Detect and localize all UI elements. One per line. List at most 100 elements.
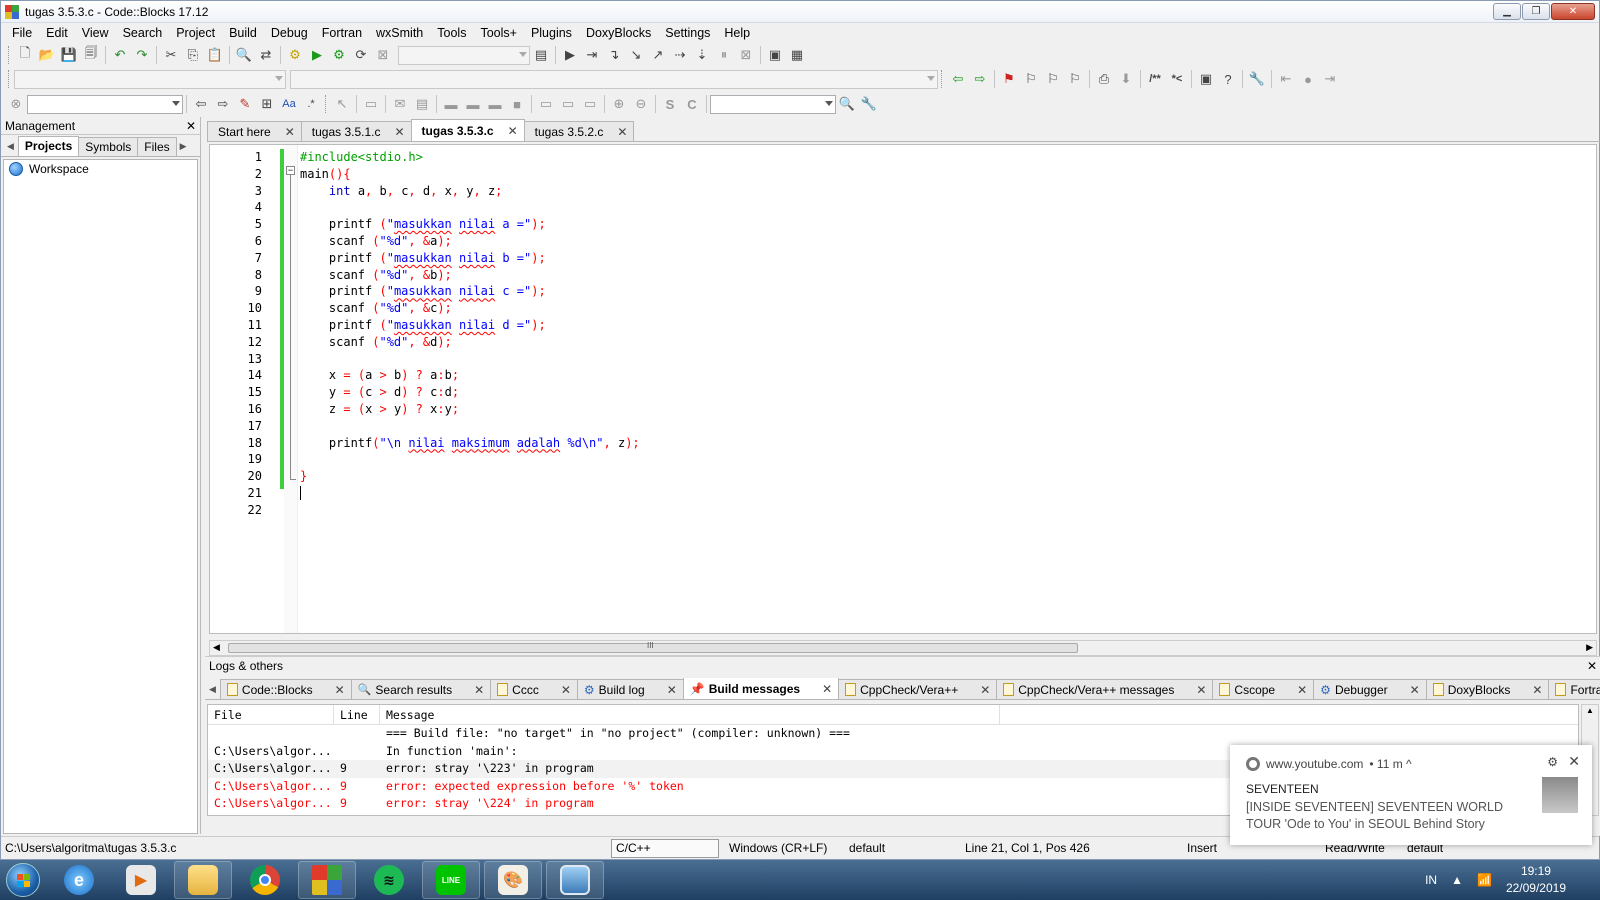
save-icon[interactable]: 💾 [58, 45, 80, 65]
log-tab-cppcheck[interactable]: CppCheck/Vera++ ✕ [838, 679, 998, 699]
doxy-html-icon[interactable]: ▣ [1195, 69, 1217, 89]
notification-settings-icon[interactable]: ⚙ [1547, 755, 1558, 769]
tab-close-icon[interactable]: ✕ [474, 683, 484, 697]
selected-text-icon[interactable]: ⊞ [256, 94, 278, 114]
next-line-icon[interactable]: ↴ [603, 45, 625, 65]
taskbar-line[interactable]: LINE [422, 861, 480, 899]
next-bookmark-icon[interactable]: ⚐ [1042, 69, 1064, 89]
tab-scroll-right-icon[interactable]: ▶ [176, 141, 191, 156]
tab-close-icon[interactable]: ✕ [617, 125, 627, 139]
taskbar-spotify[interactable]: ≋ [360, 861, 418, 899]
run-icon[interactable]: ▶ [306, 45, 328, 65]
rebuild-icon[interactable]: ⟳ [350, 45, 372, 65]
code-editor[interactable]: 1 2 3 4 5 6 7 8 9 10 11 12 13 14 15 16 17 18 19 20 21 22 − #i… [209, 144, 1597, 634]
fortran-jump-back-icon[interactable]: ⇤ [1275, 69, 1297, 89]
menu-project[interactable]: Project [169, 26, 222, 40]
wx-sizer4-icon[interactable]: ■ [506, 94, 528, 114]
save-all-icon[interactable]: 🗐 [80, 45, 102, 65]
target-options-icon[interactable]: ▤ [530, 45, 552, 65]
log-tab-build-messages[interactable]: 📌 Build messages ✕ [682, 678, 840, 699]
fold-margin[interactable]: − [284, 145, 298, 633]
editor-tab-tugas-3-5-2[interactable]: tugas 3.5.2.c ✕ [523, 121, 635, 141]
tab-close-icon[interactable]: ✕ [822, 682, 832, 696]
log-tab-cscope[interactable]: Cscope ✕ [1212, 679, 1315, 699]
highlight-icon[interactable]: ✎ [234, 94, 256, 114]
taskbar-photo-viewer[interactable] [546, 861, 604, 899]
menu-wxsmith[interactable]: wxSmith [369, 26, 430, 40]
cut-icon[interactable]: ✂ [160, 45, 182, 65]
scroll-left-icon[interactable]: ◀ [213, 642, 220, 653]
taskbar-chrome[interactable] [236, 861, 294, 899]
tab-symbols[interactable]: Symbols [78, 137, 139, 156]
start-button[interactable] [0, 860, 46, 900]
jump-forward-icon[interactable]: ⇨ [969, 69, 991, 89]
zoom-out-icon[interactable]: ⊖ [630, 94, 652, 114]
menu-view[interactable]: View [75, 26, 116, 40]
log-tab-search-results[interactable]: 🔍 Search results ✕ [350, 679, 492, 699]
clear-bookmarks-icon[interactable]: ⚐ [1064, 69, 1086, 89]
menu-fortran[interactable]: Fortran [315, 26, 369, 40]
fortran-jump-forward-icon[interactable]: ⇥ [1319, 69, 1341, 89]
scope-select[interactable] [14, 69, 286, 89]
toggle-bookmark-icon[interactable]: ⚑ [998, 69, 1020, 89]
find-icon[interactable]: 🔍 [233, 45, 255, 65]
clock[interactable]: 19:19 22/09/2019 [1506, 863, 1566, 897]
tab-close-icon[interactable]: ✕ [980, 683, 990, 697]
menu-help[interactable]: Help [717, 26, 757, 40]
tab-scroll-left-icon[interactable]: ◀ [205, 684, 220, 699]
log-tab-codeblocks[interactable]: Code::Blocks ✕ [219, 679, 352, 699]
fold-collapse-icon[interactable]: − [286, 166, 295, 175]
stop-debug-icon[interactable]: ⊠ [735, 45, 757, 65]
log-tab-cppcheck-messages[interactable]: CppCheck/Vera++ messages ✕ [996, 679, 1214, 699]
symbol-search-icon[interactable]: 🔍 [836, 94, 858, 114]
tab-close-icon[interactable]: ✕ [285, 125, 295, 139]
jump-back-icon[interactable]: ⇦ [947, 69, 969, 89]
column-line[interactable]: Line [334, 705, 380, 724]
toolbar-grip[interactable] [8, 46, 11, 64]
fortran-jump-home-icon[interactable]: ● [1297, 69, 1319, 89]
step-into-icon[interactable]: ↘ [625, 45, 647, 65]
build-gear-icon[interactable]: ⚙ [284, 45, 306, 65]
debug-run-icon[interactable]: ▶ [559, 45, 581, 65]
prev-bookmark-icon[interactable]: ⚐ [1020, 69, 1042, 89]
run-to-cursor-icon[interactable]: ⇥ [581, 45, 603, 65]
menu-edit[interactable]: Edit [39, 26, 75, 40]
pause-icon[interactable]: ⏸ [713, 45, 735, 65]
tray-expand-icon[interactable]: ▲ [1451, 873, 1463, 887]
column-file[interactable]: File [208, 705, 334, 724]
editor-horizontal-scrollbar[interactable]: ◀ III ▶ [209, 640, 1597, 656]
wx-sizer2-icon[interactable]: ▬ [462, 94, 484, 114]
wx-sizer-icon[interactable]: ▬ [440, 94, 462, 114]
log-tab-cccc[interactable]: Cccc ✕ [490, 679, 578, 699]
menu-doxyblocks[interactable]: DoxyBlocks [579, 26, 658, 40]
line-comment-icon[interactable]: *< [1166, 69, 1188, 89]
abort-icon[interactable]: ⊠ [372, 45, 394, 65]
scroll-up-icon[interactable]: ▲ [1586, 706, 1594, 715]
build-and-run-icon[interactable]: ⚙ [328, 45, 350, 65]
doxy-config-icon[interactable]: 🔧 [1246, 69, 1268, 89]
menu-tools-plus[interactable]: Tools+ [473, 26, 523, 40]
menu-debug[interactable]: Debug [264, 26, 315, 40]
wx-panel-icon[interactable]: ▭ [535, 94, 557, 114]
taskbar-paint[interactable]: 🎨 [484, 861, 542, 899]
search-back-icon[interactable]: ⇦ [190, 94, 212, 114]
open-folder-icon[interactable]: 📂 [36, 45, 58, 65]
editor-tab-tugas-3-5-3[interactable]: tugas 3.5.3.c ✕ [410, 119, 525, 141]
step-instruction-icon[interactable]: ⇣ [691, 45, 713, 65]
log-tab-debugger[interactable]: ⚙ Debugger ✕ [1313, 679, 1427, 699]
menu-search[interactable]: Search [116, 26, 170, 40]
toolbar-grip[interactable] [325, 95, 328, 113]
tab-close-icon[interactable]: ✕ [667, 683, 677, 697]
tab-close-icon[interactable]: ✕ [1410, 683, 1420, 697]
tab-close-icon[interactable]: ✕ [1532, 683, 1542, 697]
block-comment-icon[interactable]: /** [1144, 69, 1166, 89]
regex-icon[interactable]: .* [300, 94, 322, 114]
wx-c-icon[interactable]: C [681, 94, 703, 114]
wx-panel2-icon[interactable]: ▭ [557, 94, 579, 114]
match-case-icon[interactable]: Aa [278, 94, 300, 114]
taskbar-codeblocks[interactable] [298, 861, 356, 899]
redo-icon[interactable]: ↷ [131, 45, 153, 65]
doxy-wizard-icon[interactable]: ⎙ [1093, 69, 1115, 89]
tab-close-icon[interactable]: ✕ [508, 124, 518, 138]
minimize-button[interactable]: ▁ [1493, 3, 1521, 20]
